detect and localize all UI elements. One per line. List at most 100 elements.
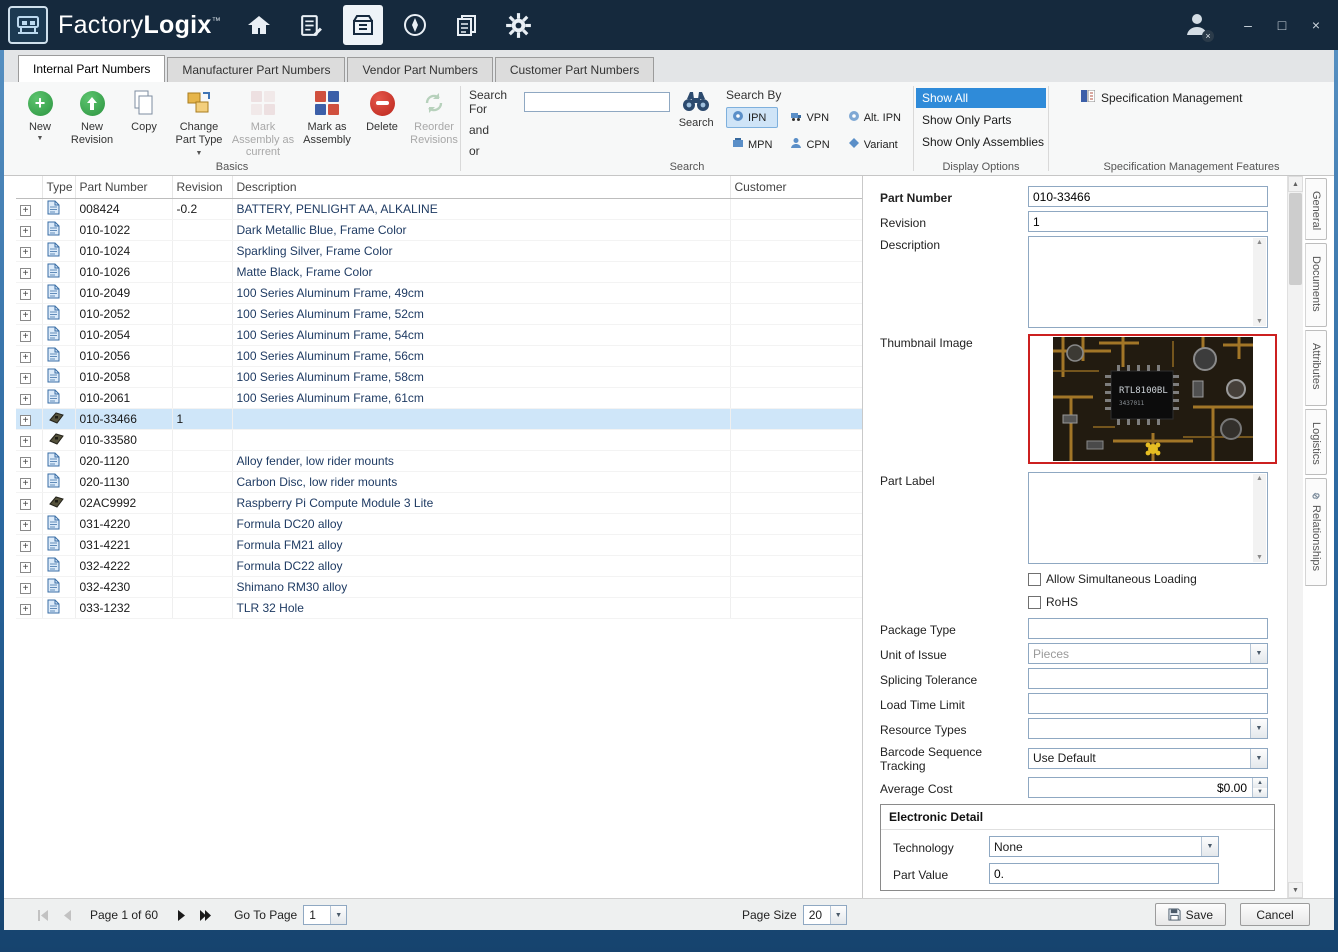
show-only-assemblies-option[interactable]: Show Only Assemblies xyxy=(916,132,1046,152)
expand-icon[interactable]: + xyxy=(20,436,31,447)
search-button[interactable]: Search xyxy=(670,88,722,129)
tab-logistics[interactable]: Logistics xyxy=(1305,409,1327,475)
expand-icon[interactable]: + xyxy=(20,289,31,300)
table-row[interactable]: +010-2052100 Series Aluminum Frame, 52cm xyxy=(16,303,862,324)
expand-icon[interactable]: + xyxy=(20,373,31,384)
new-revision-button[interactable]: New Revision xyxy=(66,86,118,148)
minimize-button[interactable]: – xyxy=(1238,17,1258,33)
specification-management-button[interactable]: Specification Management xyxy=(1081,90,1334,105)
expand-icon[interactable]: + xyxy=(20,331,31,342)
navigate-icon[interactable] xyxy=(395,5,435,45)
expand-icon[interactable]: + xyxy=(20,226,31,237)
chevron-down-icon[interactable]: ▼ xyxy=(1250,749,1267,768)
revision-field[interactable] xyxy=(1028,211,1268,232)
show-only-parts-option[interactable]: Show Only Parts xyxy=(916,110,1046,130)
user-account-icon[interactable]: × xyxy=(1184,11,1210,40)
scrollbar-thumb[interactable] xyxy=(1289,193,1302,285)
expand-icon[interactable]: + xyxy=(20,583,31,594)
documents-icon[interactable] xyxy=(447,5,487,45)
part-label-scrollbar[interactable]: ▲▼ xyxy=(1253,474,1266,562)
package-type-field[interactable] xyxy=(1028,618,1268,639)
search-input[interactable] xyxy=(524,92,670,112)
load-time-limit-field[interactable] xyxy=(1028,693,1268,714)
grid-detail-splitter[interactable] xyxy=(862,176,863,898)
expand-icon[interactable]: + xyxy=(20,394,31,405)
description-textarea[interactable]: ▲▼ xyxy=(1028,236,1268,328)
expand-icon[interactable]: + xyxy=(20,268,31,279)
table-row[interactable]: +010-2054100 Series Aluminum Frame, 54cm xyxy=(16,324,862,345)
table-row[interactable]: +032-4230Shimano RM30 alloy xyxy=(16,576,862,597)
part-number-column-header[interactable]: Part Number xyxy=(75,176,172,198)
expand-icon[interactable]: + xyxy=(20,604,31,615)
searchby-alt-ipn[interactable]: Alt. IPN xyxy=(842,107,907,128)
last-page-button[interactable] xyxy=(196,906,214,924)
part-label-textarea[interactable]: ▲▼ xyxy=(1028,472,1268,564)
spinner-up-icon[interactable]: ▲ xyxy=(1252,778,1267,788)
table-row[interactable]: +031-4221Formula FM21 alloy xyxy=(16,534,862,555)
tab-customer-part-numbers[interactable]: Customer Part Numbers xyxy=(495,57,654,82)
settings-gear-icon[interactable] xyxy=(499,5,539,45)
mark-as-assembly-button[interactable]: Mark as Assembly xyxy=(298,86,356,148)
scroll-up-icon[interactable]: ▲ xyxy=(1256,475,1263,482)
searchby-vpn[interactable]: VPN xyxy=(784,107,835,128)
splicing-tolerance-field[interactable] xyxy=(1028,668,1268,689)
part-value-field[interactable] xyxy=(989,863,1219,884)
chevron-down-icon[interactable]: ▼ xyxy=(830,906,846,924)
copy-button[interactable]: Copy xyxy=(118,86,170,136)
table-row[interactable]: +02AC9992Raspberry Pi Compute Module 3 L… xyxy=(16,492,862,513)
table-row[interactable]: +033-1232TLR 32 Hole xyxy=(16,597,862,618)
scroll-down-icon[interactable]: ▼ xyxy=(1256,554,1263,561)
scroll-up-icon[interactable]: ▲ xyxy=(1256,239,1263,246)
table-row[interactable]: +010-2061100 Series Aluminum Frame, 61cm xyxy=(16,387,862,408)
home-icon[interactable] xyxy=(239,5,279,45)
spinner-down-icon[interactable]: ▼ xyxy=(1252,788,1267,798)
page-size-select[interactable]: 20▼ xyxy=(803,905,847,925)
average-cost-field[interactable] xyxy=(1028,777,1268,798)
expand-icon[interactable]: + xyxy=(20,205,31,216)
tab-attributes[interactable]: Attributes xyxy=(1305,330,1327,406)
table-row[interactable]: +010-2058100 Series Aluminum Frame, 58cm xyxy=(16,366,862,387)
scroll-up-icon[interactable]: ▲ xyxy=(1288,176,1303,192)
scroll-down-icon[interactable]: ▼ xyxy=(1256,318,1263,325)
table-row[interactable]: +010-1024Sparkling Silver, Frame Color xyxy=(16,240,862,261)
expand-icon[interactable]: + xyxy=(20,247,31,258)
change-part-type-button[interactable]: Change Part Type ▼ xyxy=(170,86,228,161)
table-row[interactable]: +008424-0.2BATTERY, PENLIGHT AA, ALKALIN… xyxy=(16,198,862,219)
table-row[interactable]: +010-334661 xyxy=(16,408,862,429)
table-row[interactable]: +010-33580 xyxy=(16,429,862,450)
searchby-mpn[interactable]: MPN xyxy=(726,134,778,155)
tab-internal-part-numbers[interactable]: Internal Part Numbers xyxy=(18,55,165,82)
maximize-button[interactable]: □ xyxy=(1272,17,1292,33)
tab-relationships[interactable]: Relationships xyxy=(1305,478,1327,586)
barcode-sequence-tracking-select[interactable]: Use Default▼ xyxy=(1028,748,1268,769)
technology-select[interactable]: None▼ xyxy=(989,836,1219,857)
allow-simultaneous-loading-checkbox[interactable] xyxy=(1028,573,1041,586)
expand-icon[interactable]: + xyxy=(20,310,31,321)
scroll-down-icon[interactable]: ▼ xyxy=(1288,882,1303,898)
table-row[interactable]: +010-2056100 Series Aluminum Frame, 56cm xyxy=(16,345,862,366)
parts-icon[interactable] xyxy=(343,5,383,45)
goto-page-select[interactable]: 1▼ xyxy=(303,905,347,925)
expand-icon[interactable]: + xyxy=(20,478,31,489)
cancel-button[interactable]: Cancel xyxy=(1240,903,1310,926)
expand-icon[interactable]: + xyxy=(20,352,31,363)
table-row[interactable]: +020-1120Alloy fender, low rider mounts xyxy=(16,450,862,471)
table-row[interactable]: +010-2049100 Series Aluminum Frame, 49cm xyxy=(16,282,862,303)
next-page-button[interactable] xyxy=(172,906,190,924)
revision-column-header[interactable]: Revision xyxy=(172,176,232,198)
table-row[interactable]: +031-4220Formula DC20 alloy xyxy=(16,513,862,534)
type-column-header[interactable]: Type xyxy=(42,176,75,198)
resource-types-select[interactable]: ▼ xyxy=(1028,718,1268,739)
expand-icon[interactable]: + xyxy=(20,415,31,426)
rohs-checkbox[interactable] xyxy=(1028,596,1041,609)
expand-icon[interactable]: + xyxy=(20,520,31,531)
average-cost-spinner[interactable]: ▲▼ xyxy=(1252,778,1267,797)
delete-button[interactable]: Delete xyxy=(356,86,408,136)
customer-column-header[interactable]: Customer xyxy=(730,176,862,198)
chevron-down-icon[interactable]: ▼ xyxy=(1201,837,1218,856)
chevron-down-icon[interactable]: ▼ xyxy=(1250,719,1267,738)
show-all-option[interactable]: Show All xyxy=(916,88,1046,108)
searchby-cpn[interactable]: CPN xyxy=(784,134,835,155)
tab-general[interactable]: General xyxy=(1305,178,1327,240)
table-row[interactable]: +020-1130Carbon Disc, low rider mounts xyxy=(16,471,862,492)
